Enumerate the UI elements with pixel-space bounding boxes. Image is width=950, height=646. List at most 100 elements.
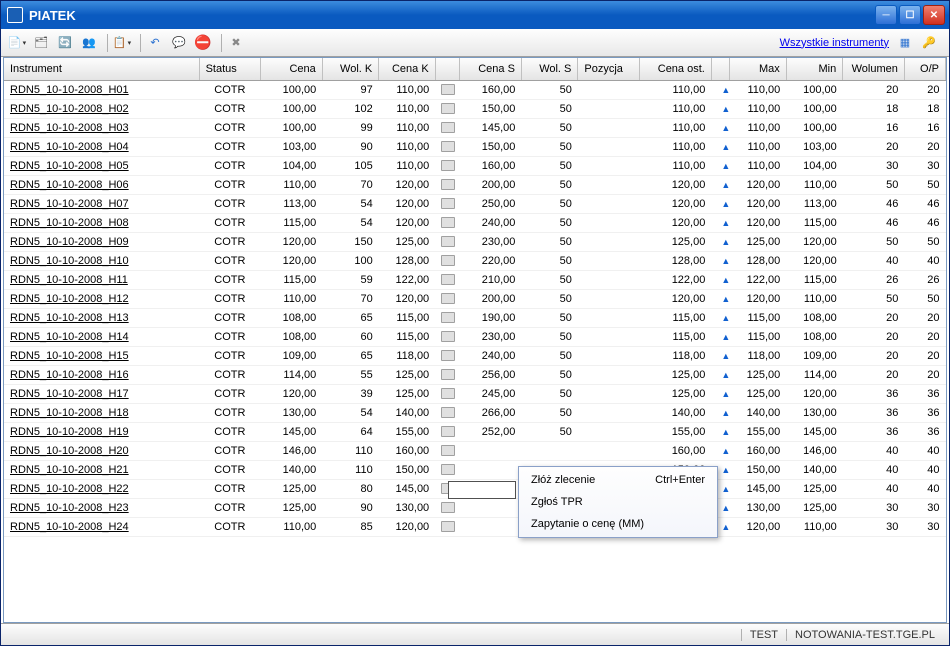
cell[interactable]: 113,00 <box>261 194 323 213</box>
table-row[interactable]: RDN5_10-10-2008_H03COTR100,0099110,00145… <box>4 118 946 137</box>
cell[interactable]: 120,00 <box>730 213 786 232</box>
cell[interactable]: COTR <box>199 137 261 156</box>
cell[interactable]: 103,00 <box>786 137 842 156</box>
cell[interactable]: 115,00 <box>639 327 711 346</box>
cell[interactable]: ▲ <box>711 346 729 365</box>
cell[interactable]: COTR <box>199 289 261 308</box>
cell[interactable] <box>435 232 460 251</box>
cell[interactable]: 155,00 <box>379 422 435 441</box>
cell[interactable]: ▲ <box>711 137 729 156</box>
cell[interactable]: 40 <box>843 441 905 460</box>
cell[interactable]: 50 <box>904 175 945 194</box>
cell[interactable]: ▲ <box>711 403 729 422</box>
cell[interactable]: ▲ <box>711 99 729 118</box>
detail-icon[interactable] <box>441 521 455 532</box>
cell[interactable]: 109,00 <box>786 346 842 365</box>
instrument-link[interactable]: RDN5_10-10-2008_H10 <box>10 255 129 267</box>
cell[interactable]: 99 <box>322 118 378 137</box>
cell[interactable]: RDN5_10-10-2008_H18 <box>4 403 199 422</box>
cell[interactable]: COTR <box>199 308 261 327</box>
cell[interactable]: 90 <box>322 137 378 156</box>
cell[interactable] <box>578 213 640 232</box>
cell[interactable]: 115,00 <box>261 270 323 289</box>
cell[interactable] <box>578 99 640 118</box>
cell[interactable]: 36 <box>843 403 905 422</box>
cell[interactable] <box>578 308 640 327</box>
cell[interactable]: COTR <box>199 498 261 517</box>
cell[interactable]: 16 <box>904 118 945 137</box>
cell[interactable]: 145,00 <box>379 479 435 498</box>
cell[interactable]: 114,00 <box>261 365 323 384</box>
cell[interactable]: 39 <box>322 384 378 403</box>
cell[interactable] <box>435 517 460 536</box>
table-row[interactable]: RDN5_10-10-2008_H08COTR115,0054120,00240… <box>4 213 946 232</box>
detail-icon[interactable] <box>441 141 455 152</box>
cell[interactable] <box>460 498 522 517</box>
cell[interactable]: 110,00 <box>730 99 786 118</box>
cell[interactable]: 30 <box>843 498 905 517</box>
cell[interactable]: 146,00 <box>261 441 323 460</box>
cell[interactable]: COTR <box>199 479 261 498</box>
cell[interactable]: RDN5_10-10-2008_H07 <box>4 194 199 213</box>
new-order-button[interactable]: 📄 <box>7 33 27 53</box>
cell[interactable]: 36 <box>843 384 905 403</box>
cell[interactable]: 120,00 <box>379 194 435 213</box>
instrument-link[interactable]: RDN5_10-10-2008_H16 <box>10 369 129 381</box>
grid-icon[interactable]: ▦ <box>895 33 915 53</box>
cell[interactable]: ▲ <box>711 308 729 327</box>
cell[interactable]: 110 <box>322 441 378 460</box>
detail-icon[interactable] <box>441 274 455 285</box>
cell[interactable]: 20 <box>843 308 905 327</box>
cell[interactable]: 120,00 <box>730 517 786 536</box>
grid[interactable]: InstrumentStatusCenaWol. KCena KCena SWo… <box>3 57 947 623</box>
cell[interactable]: 30 <box>904 498 945 517</box>
detail-icon[interactable] <box>441 103 455 114</box>
cell[interactable]: 140,00 <box>730 403 786 422</box>
cell[interactable]: 110,00 <box>379 99 435 118</box>
cell[interactable]: 160,00 <box>730 441 786 460</box>
cell[interactable]: 104,00 <box>261 156 323 175</box>
menu-item-report-tpr[interactable]: Zgłoś TPR <box>521 491 715 513</box>
cell[interactable]: RDN5_10-10-2008_H21 <box>4 460 199 479</box>
cell[interactable]: 240,00 <box>460 346 522 365</box>
cell[interactable]: 105 <box>322 156 378 175</box>
table-row[interactable]: RDN5_10-10-2008_H04COTR103,0090110,00150… <box>4 137 946 156</box>
cell[interactable]: 120,00 <box>730 289 786 308</box>
cell[interactable] <box>435 346 460 365</box>
cell[interactable] <box>578 270 640 289</box>
cell[interactable]: 110,00 <box>786 175 842 194</box>
cell[interactable]: 36 <box>904 422 945 441</box>
detail-icon[interactable] <box>441 464 455 475</box>
cell[interactable]: 145,00 <box>460 118 522 137</box>
copy-button[interactable]: 📋 <box>112 33 132 53</box>
cell[interactable] <box>578 327 640 346</box>
cell[interactable]: 50 <box>521 308 577 327</box>
cell[interactable] <box>521 441 577 460</box>
cell[interactable] <box>578 422 640 441</box>
cell[interactable]: 115,00 <box>261 213 323 232</box>
cell[interactable] <box>460 460 522 479</box>
cell[interactable]: 115,00 <box>786 213 842 232</box>
detail-icon[interactable] <box>441 198 455 209</box>
instrument-link[interactable]: RDN5_10-10-2008_H09 <box>10 236 129 248</box>
chat-button[interactable]: 💬 <box>169 33 189 53</box>
instrument-link[interactable]: RDN5_10-10-2008_H14 <box>10 331 129 343</box>
cell[interactable]: 30 <box>904 517 945 536</box>
cell[interactable]: 150,00 <box>379 460 435 479</box>
cell[interactable]: 65 <box>322 346 378 365</box>
column-header[interactable]: Wol. S <box>521 58 577 80</box>
cell[interactable]: 160,00 <box>460 80 522 99</box>
column-header[interactable]: Min <box>786 58 842 80</box>
cell[interactable]: 125,00 <box>639 232 711 251</box>
cell[interactable]: ▲ <box>711 213 729 232</box>
cell[interactable]: 20 <box>904 327 945 346</box>
cell[interactable]: 125,00 <box>786 479 842 498</box>
cell[interactable]: 125,00 <box>379 365 435 384</box>
cell[interactable] <box>435 251 460 270</box>
table-row[interactable]: RDN5_10-10-2008_H23COTR125,0090130,00130… <box>4 498 946 517</box>
instrument-link[interactable]: RDN5_10-10-2008_H05 <box>10 160 129 172</box>
cell[interactable]: 250,00 <box>460 194 522 213</box>
detail-icon[interactable] <box>441 179 455 190</box>
cell[interactable]: RDN5_10-10-2008_H11 <box>4 270 199 289</box>
cell[interactable]: 20 <box>904 137 945 156</box>
